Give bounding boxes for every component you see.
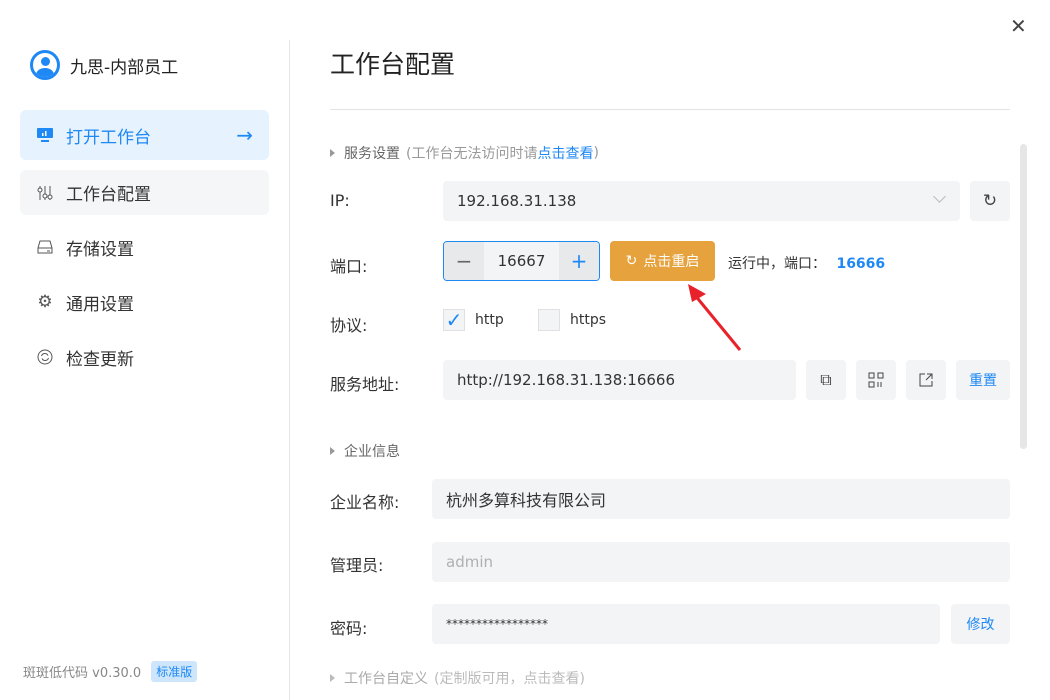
admin-placeholder: admin (446, 553, 493, 571)
status-label: 运行中，端口： (728, 256, 826, 272)
close-icon[interactable]: ✕ (1010, 14, 1027, 38)
company-section-header[interactable]: 企业信息 (330, 441, 400, 461)
sidebar-item-label: 存储设置 (66, 239, 134, 260)
company-name-label: 企业名称: (330, 493, 400, 512)
restart-button[interactable]: ↻ 点击重启 (610, 241, 715, 281)
refresh-icon: ↻ (982, 191, 998, 211)
checkbox-icon (538, 309, 560, 331)
custom-section-header[interactable]: 工作台自定义 (定制版可用，点击查看) (330, 668, 585, 688)
service-status: 运行中，端口： 16666 (728, 253, 885, 273)
protocol-label: 协议: (330, 316, 368, 335)
refresh-ip-button[interactable]: ↻ (970, 181, 1010, 221)
avatar-icon (30, 50, 60, 80)
section-label: 工作台自定义 (344, 671, 428, 687)
product-version: 斑斑低代码 v0.30.0 (23, 666, 142, 681)
qrcode-icon (868, 372, 884, 388)
modify-password-button[interactable]: 修改 (951, 604, 1010, 644)
password-input[interactable]: ***************** (432, 604, 940, 644)
view-link[interactable]: 点击查看 (537, 143, 593, 163)
section-label: 服务设置 (344, 146, 400, 162)
ip-value: 192.168.31.138 (457, 192, 577, 210)
restart-label: 点击重启 (643, 254, 700, 270)
sidebar-item-label: 打开工作台 (66, 127, 151, 148)
arrow-right-icon: → (236, 123, 253, 147)
https-label: https (570, 312, 607, 328)
edition-badge: 标准版 (151, 661, 198, 682)
gear-icon: ⚙ (37, 292, 53, 312)
restart-icon: ↻ (625, 253, 638, 269)
port-input[interactable]: 16667 (484, 242, 559, 280)
qrcode-button[interactable] (856, 360, 896, 400)
copy-button[interactable]: ⧉ (806, 360, 846, 400)
reset-button[interactable]: 重置 (956, 360, 1010, 400)
ip-label: IP: (330, 191, 350, 210)
sidebar-item-label: 工作台配置 (66, 185, 151, 205)
sidebar-item-general[interactable]: ⚙ 通用设置 (20, 277, 269, 327)
sidebar-item-open-workbench[interactable]: 打开工作台 → (20, 110, 269, 160)
user-name: 九思-内部员工 (70, 57, 179, 78)
decrement-button[interactable]: − (444, 242, 484, 280)
port-label: 端口: (330, 257, 368, 276)
monitor-chart-icon (36, 127, 54, 143)
section-hint[interactable]: (定制版可用，点击查看) (434, 668, 585, 688)
sidebar-item-storage[interactable]: 存储设置 (20, 222, 269, 272)
address-label: 服务地址: (330, 375, 400, 394)
address-value: http://192.168.31.138:16666 (457, 371, 676, 389)
section-hint: (工作台无法访问时请 (406, 146, 538, 162)
admin-input[interactable]: admin (432, 542, 1010, 582)
reset-label: 重置 (969, 373, 997, 389)
status-port: 16666 (836, 256, 886, 272)
service-section-header[interactable]: 服务设置 (工作台无法访问时请 点击查看 ) (330, 143, 599, 163)
password-label: 密码: (330, 619, 368, 638)
section-hint-end: ) (593, 145, 599, 161)
open-external-button[interactable] (906, 360, 946, 400)
increment-button[interactable]: + (559, 242, 599, 280)
checkbox-checked-icon: ✓ (443, 309, 465, 331)
password-value: ***************** (446, 617, 548, 631)
port-stepper[interactable]: − 16667 + (443, 241, 600, 281)
https-checkbox[interactable]: https (538, 309, 606, 331)
caret-right-icon (330, 149, 335, 157)
title-divider (330, 109, 1010, 110)
annotation-arrow (688, 284, 742, 351)
user-profile: 九思-内部员工 (30, 50, 178, 80)
company-name-value: 杭州多算科技有限公司 (446, 491, 607, 510)
external-link-icon (919, 373, 933, 387)
ip-select[interactable]: 192.168.31.138 (443, 181, 960, 221)
copy-icon: ⧉ (820, 370, 832, 389)
hard-drive-icon (36, 239, 54, 255)
page-title: 工作台配置 (330, 50, 456, 79)
sidebar-item-check-update[interactable]: 检查更新 (20, 332, 269, 382)
admin-label: 管理员: (330, 556, 384, 575)
modify-label: 修改 (966, 617, 995, 633)
chevron-down-icon (933, 190, 946, 203)
address-field[interactable]: http://192.168.31.138:16666 (443, 360, 796, 400)
sidebar-item-label: 通用设置 (66, 294, 134, 315)
caret-right-icon (330, 674, 335, 682)
company-name-input[interactable]: 杭州多算科技有限公司 (432, 479, 1010, 519)
refresh-circle-icon (36, 349, 54, 365)
sliders-icon (36, 185, 54, 201)
sidebar-item-workbench-config[interactable]: 工作台配置 (20, 170, 269, 215)
scrollbar[interactable] (1020, 144, 1027, 449)
sidebar-item-label: 检查更新 (66, 349, 134, 370)
sidebar-divider (289, 40, 290, 700)
version-info: 斑斑低代码 v0.30.0 标准版 (23, 661, 198, 682)
caret-right-icon (330, 447, 335, 455)
http-checkbox[interactable]: ✓ http (443, 309, 504, 331)
http-label: http (475, 312, 504, 328)
section-label: 企业信息 (344, 444, 400, 460)
